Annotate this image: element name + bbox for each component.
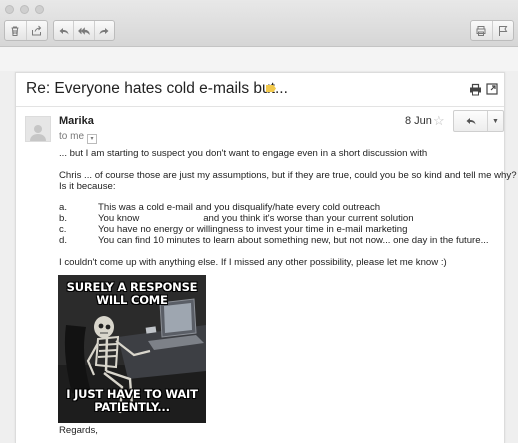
delete-button[interactable]	[5, 21, 26, 40]
recipient-line: to me ▾	[59, 131, 98, 144]
skeleton-meme-image: SURELY A RESPONSE WILL COME I JUST HAVE …	[58, 275, 206, 423]
reply-message-button[interactable]	[454, 111, 487, 131]
person-icon	[30, 125, 46, 141]
close-window-button[interactable]	[5, 5, 14, 14]
list-item-letter: a.	[59, 202, 68, 213]
toolbar-left-group	[4, 20, 48, 41]
meme-top-text: SURELY A RESPONSE WILL COME	[66, 280, 198, 307]
forward-icon	[99, 27, 109, 34]
zoom-window-button[interactable]	[35, 5, 44, 14]
chevron-down-icon: ▾	[90, 136, 94, 142]
email-date: 8 Jun	[405, 115, 432, 127]
print-all-icon[interactable]	[469, 83, 482, 96]
chevron-down-icon: ▼	[492, 117, 499, 125]
flag-button[interactable]	[491, 21, 513, 40]
toolbar-right-group	[470, 20, 514, 41]
new-window-icon[interactable]	[486, 83, 498, 95]
email-subject: Re: Everyone hates cold e-mails but...	[26, 80, 288, 97]
reply-icon	[466, 118, 475, 125]
list-item-text: You can find 10 minutes to learn about s…	[98, 235, 489, 246]
recipient-text: to me	[59, 131, 85, 142]
email-paragraph-line: Chris ... of course those are just my as…	[59, 170, 517, 181]
forward-button[interactable]	[93, 21, 114, 40]
trash-icon	[11, 26, 19, 36]
list-item-letter: d.	[59, 235, 68, 246]
more-actions-button[interactable]: ▼	[487, 111, 503, 131]
print-icon	[476, 25, 486, 36]
list-item-letter: b.	[59, 213, 68, 224]
sender-name[interactable]: Marika	[59, 115, 94, 127]
subject-row: Re: Everyone hates cold e-mails but...	[16, 73, 504, 107]
email-intro: ... but I am starting to suspect you don…	[59, 148, 428, 159]
print-toolbar-button[interactable]	[471, 21, 492, 40]
list-item-text: This was a cold e-mail and you disqualif…	[98, 202, 381, 213]
reply-all-icon	[78, 26, 90, 35]
list-item-text: You know and you think it's worse than y…	[98, 213, 414, 224]
show-details-button[interactable]: ▾	[87, 134, 98, 144]
list-item-text: You have no energy or willingness to inv…	[98, 224, 408, 235]
toolbar-separator	[0, 47, 518, 71]
window-toolbar	[0, 0, 518, 47]
email-message: Re: Everyone hates cold e-mails but... M…	[15, 72, 517, 443]
reply-all-button[interactable]	[73, 21, 93, 40]
email-paragraph-line: Is it because:	[59, 181, 116, 192]
flag-icon	[498, 25, 508, 36]
minimize-window-button[interactable]	[20, 5, 29, 14]
email-closing-line: I couldn't come up with anything else. I…	[59, 257, 447, 268]
list-item-letter: c.	[59, 224, 67, 235]
reply-icon	[59, 27, 69, 34]
toolbar-reply-group	[53, 20, 115, 41]
move-button[interactable]	[25, 21, 47, 40]
move-icon	[31, 25, 42, 35]
reply-button[interactable]	[54, 21, 73, 40]
reply-button-group: ▼	[453, 110, 504, 132]
email-signoff: Regards,	[59, 425, 98, 436]
meme-bottom-text: I JUST HAVE TO WAIT PATIENTLY...	[66, 387, 198, 414]
sender-avatar	[25, 116, 51, 142]
window-controls	[5, 5, 44, 14]
star-icon[interactable]: ☆	[433, 113, 445, 129]
